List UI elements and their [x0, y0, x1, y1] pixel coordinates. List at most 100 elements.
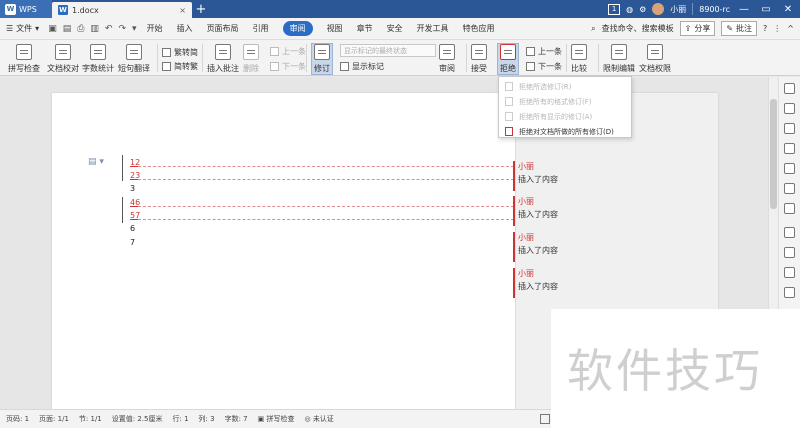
collapse-ribbon-icon[interactable]: ^ — [787, 24, 794, 33]
revision-balloon[interactable]: 小丽 插入了内容 — [513, 268, 703, 298]
tab-page-layout[interactable]: 页面布局 — [200, 18, 246, 40]
annotate-icon: ✎ — [726, 24, 734, 33]
share-icon: ⇪ — [684, 24, 692, 33]
wps-home-tab[interactable]: W WPS — [0, 0, 52, 18]
review-pane-button[interactable]: 审阅 — [439, 44, 455, 74]
annotate-button[interactable]: ✎ 批注 — [721, 21, 758, 36]
doc-line-7[interactable]: 7 — [130, 238, 135, 247]
insert-comment-button[interactable]: 插入批注 — [207, 44, 239, 74]
side-panel-icon[interactable] — [784, 287, 795, 298]
status-pages[interactable]: 页面: 1/1 — [39, 414, 69, 424]
tab-section[interactable]: 章节 — [350, 18, 380, 40]
revision-balloon[interactable]: 小丽 插入了内容 — [513, 161, 703, 191]
next-change-button[interactable]: 下一条 — [526, 61, 562, 72]
word-count-button[interactable]: 字数统计 — [82, 44, 114, 74]
side-adjust-icon[interactable] — [784, 203, 795, 214]
file-menu[interactable]: ☰ 文件 ▾ — [0, 18, 45, 40]
view-mode-icon[interactable] — [540, 414, 550, 424]
status-column: 列: 3 — [198, 415, 215, 423]
close-tab-icon[interactable]: × — [179, 6, 186, 15]
status-setting[interactable]: 设置值: 2.5厘米 — [112, 414, 163, 424]
display-mode-select[interactable]: 显示标记的最终状态 — [340, 44, 436, 57]
customize-icon[interactable]: ▾ — [129, 24, 140, 34]
undo-icon[interactable]: ↶ — [102, 24, 116, 34]
compare-button[interactable]: 比较 — [571, 44, 587, 74]
restrict-edit-button[interactable]: 限制编辑 — [603, 44, 635, 74]
window-count-badge[interactable]: 1 — [608, 3, 621, 15]
close-window-button[interactable]: ✕ — [780, 4, 796, 15]
accept-button[interactable]: 接受 — [471, 44, 487, 74]
avatar[interactable] — [652, 3, 665, 15]
reject-button[interactable]: 拒绝 — [497, 43, 519, 75]
doc-permission-button[interactable]: 文档权限 — [639, 44, 671, 74]
status-page-number[interactable]: 页码: 1 — [6, 414, 29, 424]
scrollbar-thumb[interactable] — [770, 99, 777, 209]
menu-item-reject-format[interactable]: 拒绝所有的格式修订(F) — [499, 94, 631, 109]
status-certification[interactable]: ◎ 未认证 — [304, 414, 333, 424]
print-icon[interactable]: ⎙ — [74, 24, 87, 34]
side-edit-icon[interactable] — [784, 103, 795, 114]
side-select-icon[interactable] — [784, 123, 795, 134]
menu-item-reject-all[interactable]: 拒绝对文档所做的所有修订(D) — [499, 124, 631, 139]
tab-special[interactable]: 特色应用 — [456, 18, 502, 40]
reject-all-icon — [505, 127, 513, 136]
paragraph-handle-icon[interactable]: ▤ ▾ — [88, 157, 104, 167]
insert-comment-icon — [215, 44, 231, 60]
translate-button[interactable]: 短句翻译 — [118, 44, 150, 74]
prev-comment-button[interactable]: 上一条 — [270, 46, 306, 57]
document-tab[interactable]: W 1.docx × — [52, 2, 192, 18]
simp-to-trad-button[interactable]: 简转繁 — [162, 61, 198, 72]
redo-icon[interactable]: ↷ — [115, 24, 129, 34]
status-word-count[interactable]: 字数: 7 — [225, 414, 248, 424]
tab-review[interactable]: 审阅 — [276, 18, 320, 40]
tab-insert[interactable]: 插入 — [170, 18, 200, 40]
share-button[interactable]: ⇪ 分享 — [679, 21, 716, 36]
print-preview-icon[interactable]: ▥ — [87, 24, 102, 34]
command-search[interactable]: 查找命令、搜索模板 — [602, 23, 674, 34]
show-markup-button[interactable]: 显示标记 — [340, 61, 384, 72]
side-table-icon[interactable] — [784, 183, 795, 194]
next-comment-icon — [270, 62, 279, 71]
user-name[interactable]: 小丽 — [670, 4, 686, 15]
doc-line-6[interactable]: 6 — [130, 224, 135, 233]
more-icon[interactable]: ⋮ — [773, 24, 781, 33]
tab-view[interactable]: 视图 — [320, 18, 350, 40]
document-tab-title: 1.docx — [72, 5, 99, 15]
prev-change-button[interactable]: 上一条 — [526, 46, 562, 57]
restore-button[interactable]: ▭ — [758, 4, 774, 15]
track-changes-button[interactable]: 修订 — [311, 43, 333, 75]
side-new-icon[interactable] — [784, 83, 795, 94]
side-shape-icon[interactable] — [784, 143, 795, 154]
settings-icon[interactable]: ⚙ — [639, 5, 646, 14]
spell-check-button[interactable]: 拼写检查 — [8, 44, 40, 74]
side-stamp-icon[interactable] — [784, 163, 795, 174]
version-label: 8900-rc — [699, 4, 730, 14]
delete-comment-button[interactable]: 删除 — [243, 44, 259, 74]
side-copy-icon[interactable] — [784, 227, 795, 238]
new-tab-button[interactable]: + — [192, 2, 210, 17]
doc-proof-button[interactable]: 文档校对 — [47, 44, 79, 74]
status-spell-check[interactable]: ▣ 拼写检查 — [258, 414, 295, 424]
tab-developer[interactable]: 开发工具 — [410, 18, 456, 40]
skin-icon[interactable]: ◍ — [626, 5, 633, 14]
next-change-icon — [526, 62, 535, 71]
menu-item-reject-displayed[interactable]: 拒绝所有显示的修订(A) — [499, 109, 631, 124]
tab-home[interactable]: 开始 — [140, 18, 170, 40]
side-export-icon[interactable] — [784, 247, 795, 258]
side-share-icon[interactable] — [784, 267, 795, 278]
revision-balloon[interactable]: 小丽 插入了内容 — [513, 232, 703, 262]
minimize-button[interactable]: — — [736, 4, 752, 15]
doc-line-3[interactable]: 3 — [130, 184, 135, 193]
help-icon[interactable]: ? — [763, 24, 767, 33]
revision-balloon[interactable]: 小丽 插入了内容 — [513, 196, 703, 226]
export-pdf-icon[interactable]: ▤ — [60, 24, 75, 34]
status-section[interactable]: 节: 1/1 — [79, 414, 102, 424]
save-icon[interactable]: ▣ — [45, 24, 60, 34]
tab-references[interactable]: 引用 — [246, 18, 276, 40]
menu-item-reject-selected[interactable]: 拒绝所选修订(R) — [499, 79, 631, 94]
show-markup-icon — [340, 62, 349, 71]
next-comment-button[interactable]: 下一条 — [270, 61, 306, 72]
trad-to-simp-button[interactable]: 繁转简 — [162, 47, 198, 58]
tab-security[interactable]: 安全 — [380, 18, 410, 40]
title-bar: W WPS W 1.docx × + 1 ◍ ⚙ 小丽 8900-rc — ▭ … — [0, 0, 800, 18]
